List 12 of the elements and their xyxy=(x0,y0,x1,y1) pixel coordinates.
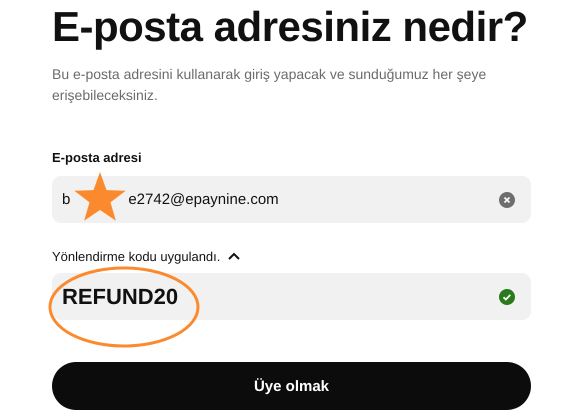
field-label: E-posta adresi xyxy=(52,150,143,167)
email-text: b xyxy=(62,191,70,208)
referral-code-field[interactable]: REFUND20 xyxy=(52,273,531,320)
email-field[interactable]: b e2742@epaynine.com xyxy=(52,176,531,223)
subtitle: Bu e-posta adresini kullanarak giriş yapacak ve sunduğumuz her şeye erişebileceksiniz. xyxy=(52,65,488,105)
signup-button[interactable]: Üye olmak xyxy=(52,362,531,410)
referral-label: Yönlendirme kodu uygulandı. xyxy=(52,248,220,264)
referral-code: REFUND20 xyxy=(62,284,178,310)
page-heading: E-posta adresiniz nedir? xyxy=(52,2,529,52)
email-text: e2742@epaynine.com xyxy=(128,191,279,208)
chevron-up-icon[interactable] xyxy=(228,252,240,260)
clear-icon[interactable] xyxy=(499,192,515,208)
